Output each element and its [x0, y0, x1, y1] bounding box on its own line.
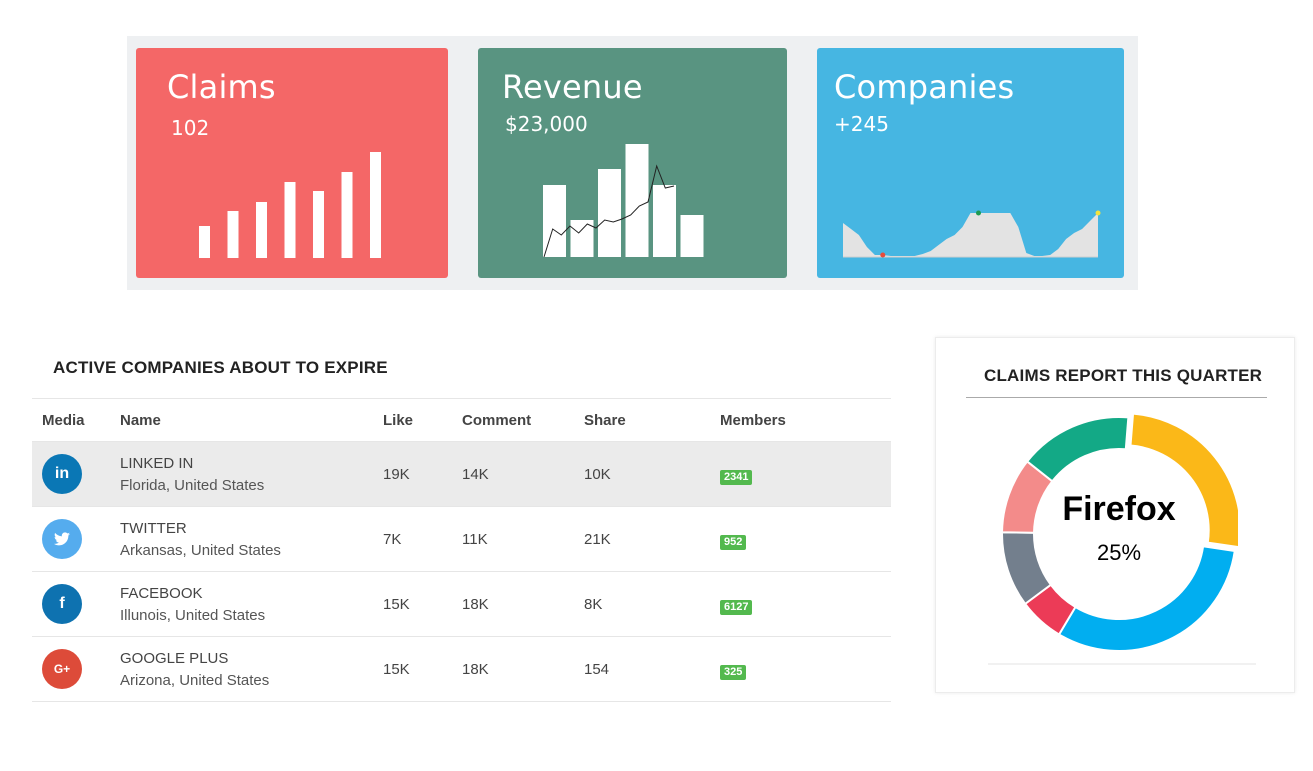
table-row[interactable]: G+ GOOGLE PLUS Arizona, United States 15…: [32, 636, 891, 701]
linkedin-icon[interactable]: in: [42, 454, 82, 494]
revenue-bar: [598, 169, 621, 257]
table-row[interactable]: f FACEBOOK Illunois, United States 15K 1…: [32, 571, 891, 636]
claims-report-title: CLAIMS REPORT THIS QUARTER: [984, 366, 1263, 385]
claims-bar: [284, 182, 296, 258]
header-comment[interactable]: Comment: [462, 412, 531, 429]
claims-value: 102: [171, 116, 210, 140]
company-name: GOOGLE PLUS: [120, 650, 229, 667]
like-count: 15K: [383, 661, 410, 678]
revenue-bar: [680, 215, 704, 257]
title-divider: [966, 397, 1267, 398]
companies-marker-dot: [976, 210, 981, 216]
twitter-bird-glyph: [54, 532, 70, 546]
claims-bar: [313, 191, 324, 258]
table-row[interactable]: TWITTER Arkansas, United States 7K 11K 2…: [32, 506, 891, 571]
claims-bar: [341, 172, 353, 258]
share-count: 154: [584, 661, 610, 678]
facebook-icon[interactable]: f: [42, 584, 82, 624]
claims-donut-chart[interactable]: [1000, 412, 1238, 656]
members-badge: 952: [720, 535, 747, 550]
company-name: LINKED IN: [120, 455, 194, 472]
claims-card[interactable]: Claims 102: [136, 48, 448, 278]
members-badge: 2341: [720, 470, 753, 485]
comment-count: 18K: [462, 596, 489, 613]
claims-title: Claims: [167, 68, 276, 106]
stat-cards-panel: Claims 102 Revenue $23,000 Companies +24…: [127, 36, 1138, 290]
company-name: TWITTER: [120, 520, 187, 537]
companies-card[interactable]: Companies +245: [817, 48, 1124, 278]
like-count: 19K: [383, 466, 410, 483]
company-name: FACEBOOK: [120, 585, 203, 602]
table-bottom-border: [32, 701, 891, 702]
like-count: 15K: [383, 596, 410, 613]
revenue-bar: [625, 144, 649, 257]
members-badge: 325: [720, 665, 747, 680]
claims-bar: [199, 226, 210, 258]
panel-footer-line: [988, 663, 1256, 665]
claims-report-panel: CLAIMS REPORT THIS QUARTER Firefox 25%: [935, 337, 1295, 693]
donut-segment: [1025, 416, 1130, 483]
companies-area: [843, 213, 1098, 257]
claims-bar: [370, 152, 381, 258]
table-row[interactable]: in LINKED IN Florida, United States 19K …: [32, 441, 891, 506]
table-title: ACTIVE COMPANIES ABOUT TO EXPIRE: [53, 358, 388, 377]
header-media[interactable]: Media: [42, 412, 85, 429]
company-location: Illunois, United States: [120, 607, 266, 624]
twitter-icon[interactable]: [42, 519, 82, 559]
companies-table: Media Name Like Comment Share Members in…: [32, 398, 891, 702]
revenue-value: $23,000: [505, 112, 588, 136]
companies-marker-dot: [1095, 210, 1101, 216]
share-count: 10K: [584, 466, 611, 483]
members-badge: 6127: [720, 600, 753, 615]
donut-center-value: 25%: [1096, 540, 1142, 565]
share-count: 21K: [584, 531, 611, 548]
comment-count: 11K: [462, 531, 488, 548]
header-name[interactable]: Name: [120, 412, 161, 429]
companies-title: Companies: [834, 68, 1015, 106]
company-location: Arizona, United States: [120, 672, 270, 689]
revenue-bar: [543, 185, 566, 257]
claims-bar: [256, 202, 267, 258]
donut-center-label: Firefox: [1062, 490, 1176, 528]
companies-marker-dot: [880, 252, 886, 258]
companies-value: +245: [834, 112, 889, 136]
claims-bar: [227, 211, 239, 258]
table-header-row: Media Name Like Comment Share Members: [32, 398, 891, 441]
revenue-bar: [653, 185, 676, 257]
comment-count: 14K: [462, 466, 489, 483]
revenue-card[interactable]: Revenue $23,000: [478, 48, 787, 278]
company-location: Arkansas, United States: [120, 542, 281, 559]
google-plus-icon[interactable]: G+: [42, 649, 82, 689]
header-like[interactable]: Like: [383, 412, 413, 429]
comment-count: 18K: [462, 661, 489, 678]
like-count: 7K: [383, 531, 402, 548]
share-count: 8K: [584, 596, 603, 613]
revenue-title: Revenue: [502, 68, 643, 106]
header-members[interactable]: Members: [720, 412, 786, 429]
company-location: Florida, United States: [120, 477, 265, 494]
header-share[interactable]: Share: [584, 412, 626, 429]
